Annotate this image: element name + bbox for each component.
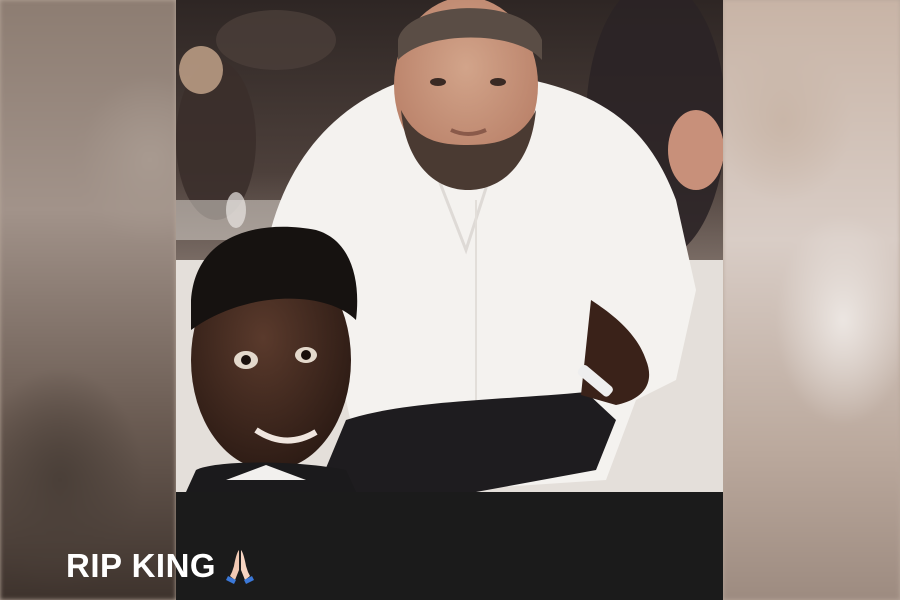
story-photo xyxy=(176,0,723,492)
blurred-background-left xyxy=(0,0,176,600)
blurred-background-right xyxy=(723,0,900,600)
photo-illustration xyxy=(176,0,723,492)
story-panel xyxy=(176,0,723,600)
caption-text: RIP KING xyxy=(66,547,217,584)
folded-hands-icon xyxy=(220,546,260,586)
story-caption: RIP KING xyxy=(66,546,260,586)
